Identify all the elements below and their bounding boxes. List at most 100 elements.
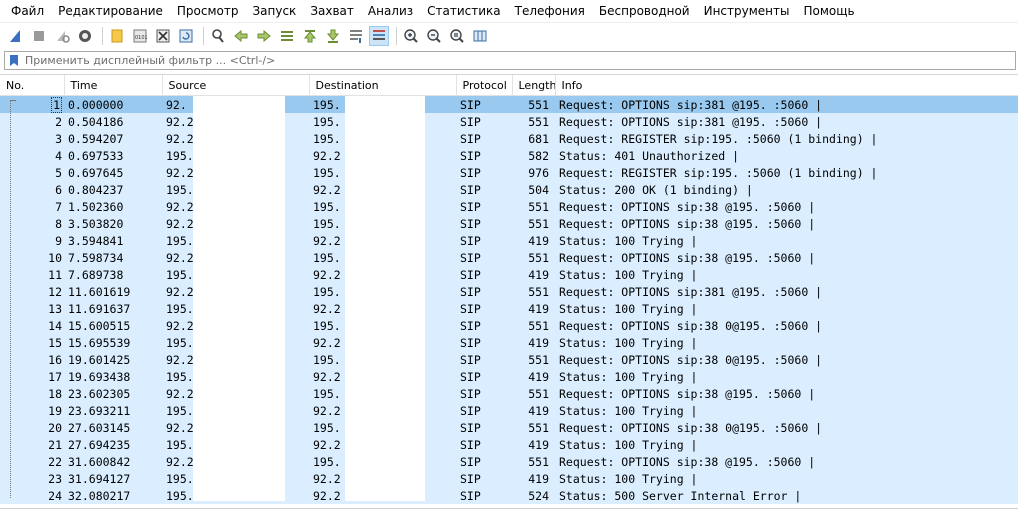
table-row[interactable]: 7 1.502360 92.2 195. SIP 551 Request: OPTIONS … — [0, 198, 1018, 215]
packet-time: 31.600842 — [64, 453, 162, 470]
colorize-icon[interactable] — [369, 26, 389, 46]
packet-time: 7.598734 — [64, 249, 162, 266]
column-header-no[interactable]: No. — [0, 75, 65, 96]
table-row[interactable]: 13 11.691637 195. 92.2 SIP 419 Status: 100 Try… — [0, 300, 1018, 317]
first-packet-icon[interactable] — [300, 26, 320, 46]
open-file-icon[interactable] — [107, 26, 127, 46]
table-row[interactable]: 22 31.600842 92.2 195. SIP 551 Request: OPTION… — [0, 453, 1018, 470]
packet-info: Request: OPTIONS sip:381 @195. :5060 | — [555, 95, 1018, 113]
packet-info: Status: 100 Trying | — [555, 334, 1018, 351]
table-row[interactable]: 8 3.503820 92.2 195. SIP 551 Request: OPTIONS … — [0, 215, 1018, 232]
zoom-in-icon[interactable] — [401, 26, 421, 46]
table-row[interactable]: 4 0.697533 195. 92.2 SIP 582 Status: 401 Unaut… — [0, 147, 1018, 164]
table-row[interactable]: 16 19.601425 92.2 195. SIP 551 Request: OPTION… — [0, 351, 1018, 368]
menu-capture[interactable]: Захват — [303, 0, 361, 22]
packet-protocol: SIP — [456, 368, 512, 385]
menu-go[interactable]: Запуск — [245, 0, 303, 22]
table-row[interactable]: 17 19.693438 195. 92.2 SIP 419 Status: 100 Try… — [0, 368, 1018, 385]
back-icon[interactable] — [231, 26, 251, 46]
table-row[interactable]: 3 0.594207 92.2 195. SIP 681 Request: REGISTER… — [0, 130, 1018, 147]
conversation-bracket — [10, 100, 12, 498]
packet-length: 419 — [512, 368, 555, 385]
packet-info: Request: OPTIONS sip:38 0@195. :5060 | — [555, 419, 1018, 436]
packet-protocol: SIP — [456, 300, 512, 317]
table-row[interactable]: 2 0.504186 92.2 195. SIP 551 Request: OPTIONS … — [0, 113, 1018, 130]
menu-help[interactable]: Помощь — [796, 0, 861, 22]
table-row[interactable]: 18 23.602305 92.2 195. SIP 551 Request: OPTION… — [0, 385, 1018, 402]
shark-fin-start-icon[interactable] — [6, 26, 26, 46]
packet-info: Request: OPTIONS sip:381 @195. :5060 | — [555, 113, 1018, 130]
resize-columns-icon[interactable] — [470, 26, 490, 46]
last-packet-icon[interactable] — [323, 26, 343, 46]
menu-analyze[interactable]: Анализ — [361, 0, 420, 22]
conversation-bracket-start — [10, 100, 16, 102]
save-file-icon[interactable]: 0101 — [130, 26, 150, 46]
packet-time: 0.697645 — [64, 164, 162, 181]
redaction-block — [345, 96, 425, 501]
packet-protocol: SIP — [456, 215, 512, 232]
packet-protocol: SIP — [456, 147, 512, 164]
table-row[interactable]: 20 27.603145 92.2 195. SIP 551 Request: OPTION… — [0, 419, 1018, 436]
autoscroll-icon[interactable] — [346, 26, 366, 46]
menu-telephony[interactable]: Телефония — [508, 0, 592, 22]
menu-view[interactable]: Просмотр — [170, 0, 246, 22]
table-row[interactable]: 6 0.804237 195. 92.2 SIP 504 Status: 200 OK (1… — [0, 181, 1018, 198]
column-header-length[interactable]: Length — [512, 75, 556, 96]
column-header-info[interactable]: Info — [555, 75, 1018, 96]
table-row[interactable]: 24 32.080217 195. 92.2 SIP 524 Status: 500 Ser… — [0, 487, 1018, 504]
close-file-icon[interactable] — [153, 26, 173, 46]
packet-length: 551 — [512, 351, 555, 368]
reload-icon[interactable] — [176, 26, 196, 46]
column-header-source[interactable]: Source — [162, 75, 310, 96]
menu-edit[interactable]: Редактирование — [51, 0, 170, 22]
table-row[interactable]: 9 3.594841 195. 92.2 SIP 419 Status: 100 Tryin… — [0, 232, 1018, 249]
table-row[interactable]: 15 15.695539 195. 92.2 SIP 419 Status: 100 Try… — [0, 334, 1018, 351]
go-to-packet-icon[interactable] — [277, 26, 297, 46]
packet-info: Status: 401 Unauthorized | — [555, 147, 1018, 164]
packet-info: Request: REGISTER sip:195. :5060 (1 bind… — [555, 164, 1018, 181]
menu-tools[interactable]: Инструменты — [697, 0, 797, 22]
toolbar-separator — [203, 27, 204, 45]
packet-time: 32.080217 — [64, 487, 162, 504]
packet-info: Request: OPTIONS sip:38 @195. :5060 | — [555, 385, 1018, 402]
table-row[interactable]: 21 27.694235 195. 92.2 SIP 419 Status: 100 Try… — [0, 436, 1018, 453]
packet-length: 524 — [512, 487, 555, 504]
packet-list-header: No. Time Source Destination Protocol Len… — [0, 75, 1018, 96]
bookmark-icon[interactable] — [7, 53, 21, 68]
toolbar-separator — [102, 27, 103, 45]
packet-time: 31.694127 — [64, 470, 162, 487]
table-row[interactable]: 11 7.689738 195. 92.2 SIP 419 Status: 100 Tryi… — [0, 266, 1018, 283]
zoom-out-icon[interactable] — [424, 26, 444, 46]
packet-time: 19.693438 — [64, 368, 162, 385]
packet-info: Status: 500 Server Internal Error | — [555, 487, 1018, 504]
menu-wireless[interactable]: Беспроводной — [592, 0, 697, 22]
table-row[interactable]: 5 0.697645 92.2 195. SIP 976 Request: REGISTER… — [0, 164, 1018, 181]
stop-icon[interactable] — [29, 26, 49, 46]
packet-protocol: SIP — [456, 453, 512, 470]
column-header-time[interactable]: Time — [64, 75, 163, 96]
table-row[interactable]: 1 0.000000 92. 195. SIP 551 Request: OPTIONS s… — [0, 95, 1018, 113]
packet-info: Status: 100 Trying | — [555, 402, 1018, 419]
menu-statistics[interactable]: Статистика — [420, 0, 508, 22]
forward-icon[interactable] — [254, 26, 274, 46]
main-toolbar: 0101 — [0, 22, 1018, 49]
table-row[interactable]: 14 15.600515 92.2 195. SIP 551 Request: OPTION… — [0, 317, 1018, 334]
packet-protocol: SIP — [456, 385, 512, 402]
table-row[interactable]: 19 23.693211 195. 92.2 SIP 419 Status: 100 Try… — [0, 402, 1018, 419]
table-row[interactable]: 12 11.601619 92.2 195. SIP 551 Request: OPTION… — [0, 283, 1018, 300]
column-header-destination[interactable]: Destination — [309, 75, 457, 96]
table-row[interactable]: 10 7.598734 92.2 195. SIP 551 Request: OPTIONS… — [0, 249, 1018, 266]
table-row[interactable]: 23 31.694127 195. 92.2 SIP 419 Status: 100 Try… — [0, 470, 1018, 487]
packet-number-focus: 1 — [51, 96, 62, 113]
packet-length: 681 — [512, 130, 555, 147]
zoom-reset-icon[interactable] — [447, 26, 467, 46]
packet-length: 551 — [512, 215, 555, 232]
packet-protocol: SIP — [456, 436, 512, 453]
capture-options-icon[interactable] — [75, 26, 95, 46]
menu-file[interactable]: Файл — [4, 0, 51, 22]
restart-icon[interactable] — [52, 26, 72, 46]
column-header-protocol[interactable]: Protocol — [456, 75, 513, 96]
display-filter-input[interactable] — [21, 54, 989, 67]
find-icon[interactable] — [208, 26, 228, 46]
packet-info: Request: OPTIONS sip:38 @195. :5060 | — [555, 215, 1018, 232]
